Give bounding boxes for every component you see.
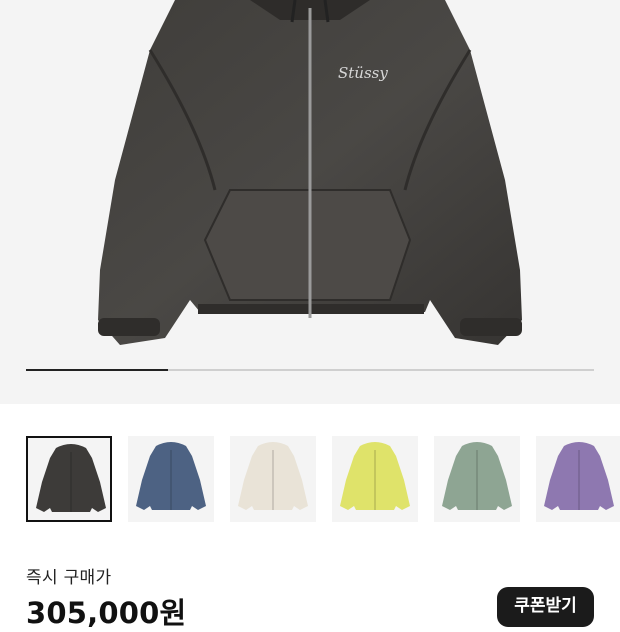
product-image-carousel[interactable]: Stüssy: [0, 0, 620, 404]
jacket-image: Stüssy: [98, 0, 522, 345]
price-value: 305,000원: [26, 596, 187, 630]
thumbnail-jacket-image: [136, 442, 206, 510]
carousel-progress: [26, 369, 594, 371]
coupon-button[interactable]: 쿠폰받기: [497, 587, 594, 627]
thumbnail-blue[interactable]: [128, 436, 214, 522]
thumbnail-yellow[interactable]: [332, 436, 418, 522]
carousel-progress-fill: [26, 369, 168, 371]
thumbnail-jacket-image: [544, 442, 614, 510]
thumbnail-jacket-image: [340, 442, 410, 510]
brand-logo: Stüssy: [338, 64, 388, 82]
color-thumbnails: [26, 436, 620, 524]
thumbnail-sage[interactable]: [434, 436, 520, 522]
thumbnail-jacket-image: [36, 444, 106, 512]
thumbnail-purple[interactable]: [536, 436, 620, 522]
thumbnail-jacket-image: [442, 442, 512, 510]
thumbnail-cream[interactable]: [230, 436, 316, 522]
thumbnail-jacket-image: [238, 442, 308, 510]
thumbnail-black[interactable]: [26, 436, 112, 522]
price-label: 즉시 구매가: [26, 568, 112, 588]
